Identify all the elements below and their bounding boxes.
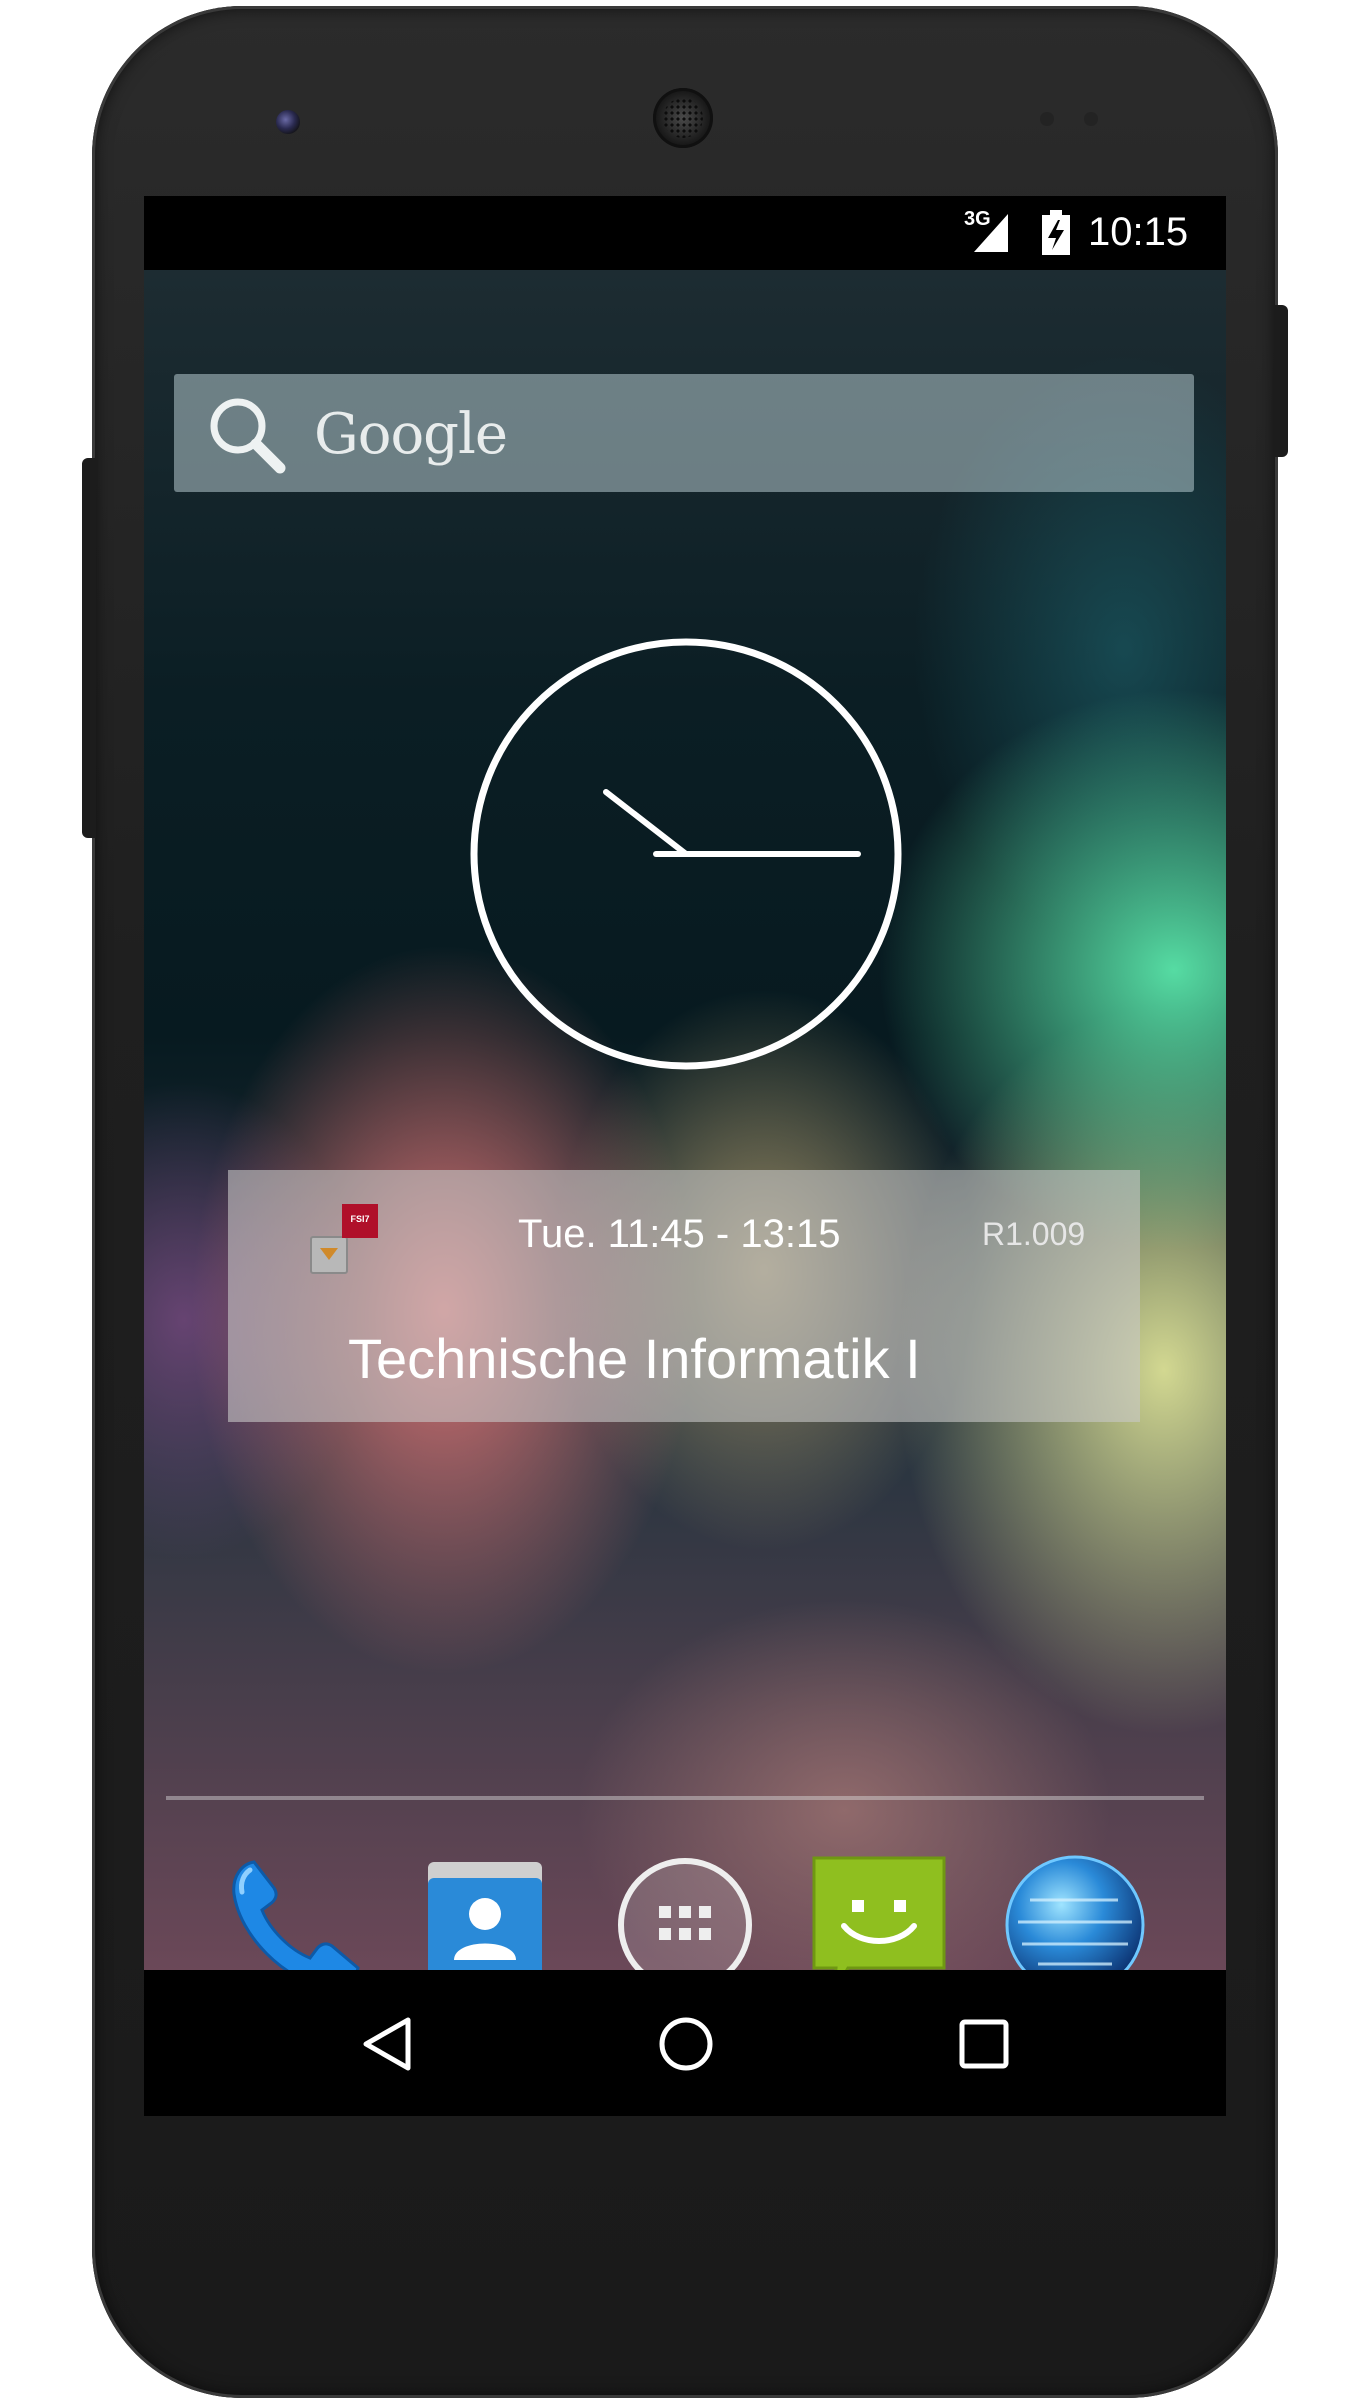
back-button[interactable] bbox=[356, 2012, 420, 2076]
schedule-app-icon: FSI7 bbox=[310, 1204, 382, 1276]
lecture-room: R1.009 bbox=[982, 1216, 1086, 1252]
clock-hour-hand bbox=[603, 789, 689, 857]
front-camera bbox=[276, 110, 300, 134]
lecture-time: Tue. 11:45 - 13:15 bbox=[518, 1212, 841, 1256]
earpiece-speaker bbox=[653, 88, 713, 148]
recents-button[interactable] bbox=[952, 2012, 1016, 2076]
status-time: 10:15 bbox=[1088, 210, 1189, 254]
schedule-app-badge: FSI7 bbox=[342, 1204, 378, 1238]
screen: 3G 10:15 Google FSI7 Tue. 11:45 - 13:15 … bbox=[144, 196, 1226, 2116]
wallpaper: Google FSI7 Tue. 11:45 - 13:15 R1.009 Te… bbox=[144, 270, 1226, 1995]
proximity-sensor bbox=[1040, 112, 1054, 126]
status-bar: 3G 10:15 bbox=[144, 196, 1226, 270]
schedule-widget[interactable]: FSI7 Tue. 11:45 - 13:15 R1.009 Technisch… bbox=[228, 1170, 1140, 1422]
dock-divider bbox=[166, 1796, 1204, 1800]
search-icon bbox=[210, 398, 286, 474]
battery-charging-icon bbox=[1042, 210, 1070, 255]
navigation-bar bbox=[144, 1970, 1226, 2116]
lecture-title: Technische Informatik I bbox=[348, 1327, 921, 1390]
power-button bbox=[1274, 305, 1288, 457]
volume-button bbox=[82, 458, 96, 838]
light-sensor bbox=[1084, 112, 1098, 126]
signal-icon bbox=[974, 214, 1008, 252]
analog-clock-widget[interactable] bbox=[466, 634, 906, 1074]
home-button[interactable] bbox=[654, 2012, 718, 2076]
google-search-bar[interactable]: Google bbox=[174, 374, 1194, 492]
schedule-app-icon-back bbox=[310, 1236, 348, 1274]
search-label: Google bbox=[314, 402, 508, 467]
